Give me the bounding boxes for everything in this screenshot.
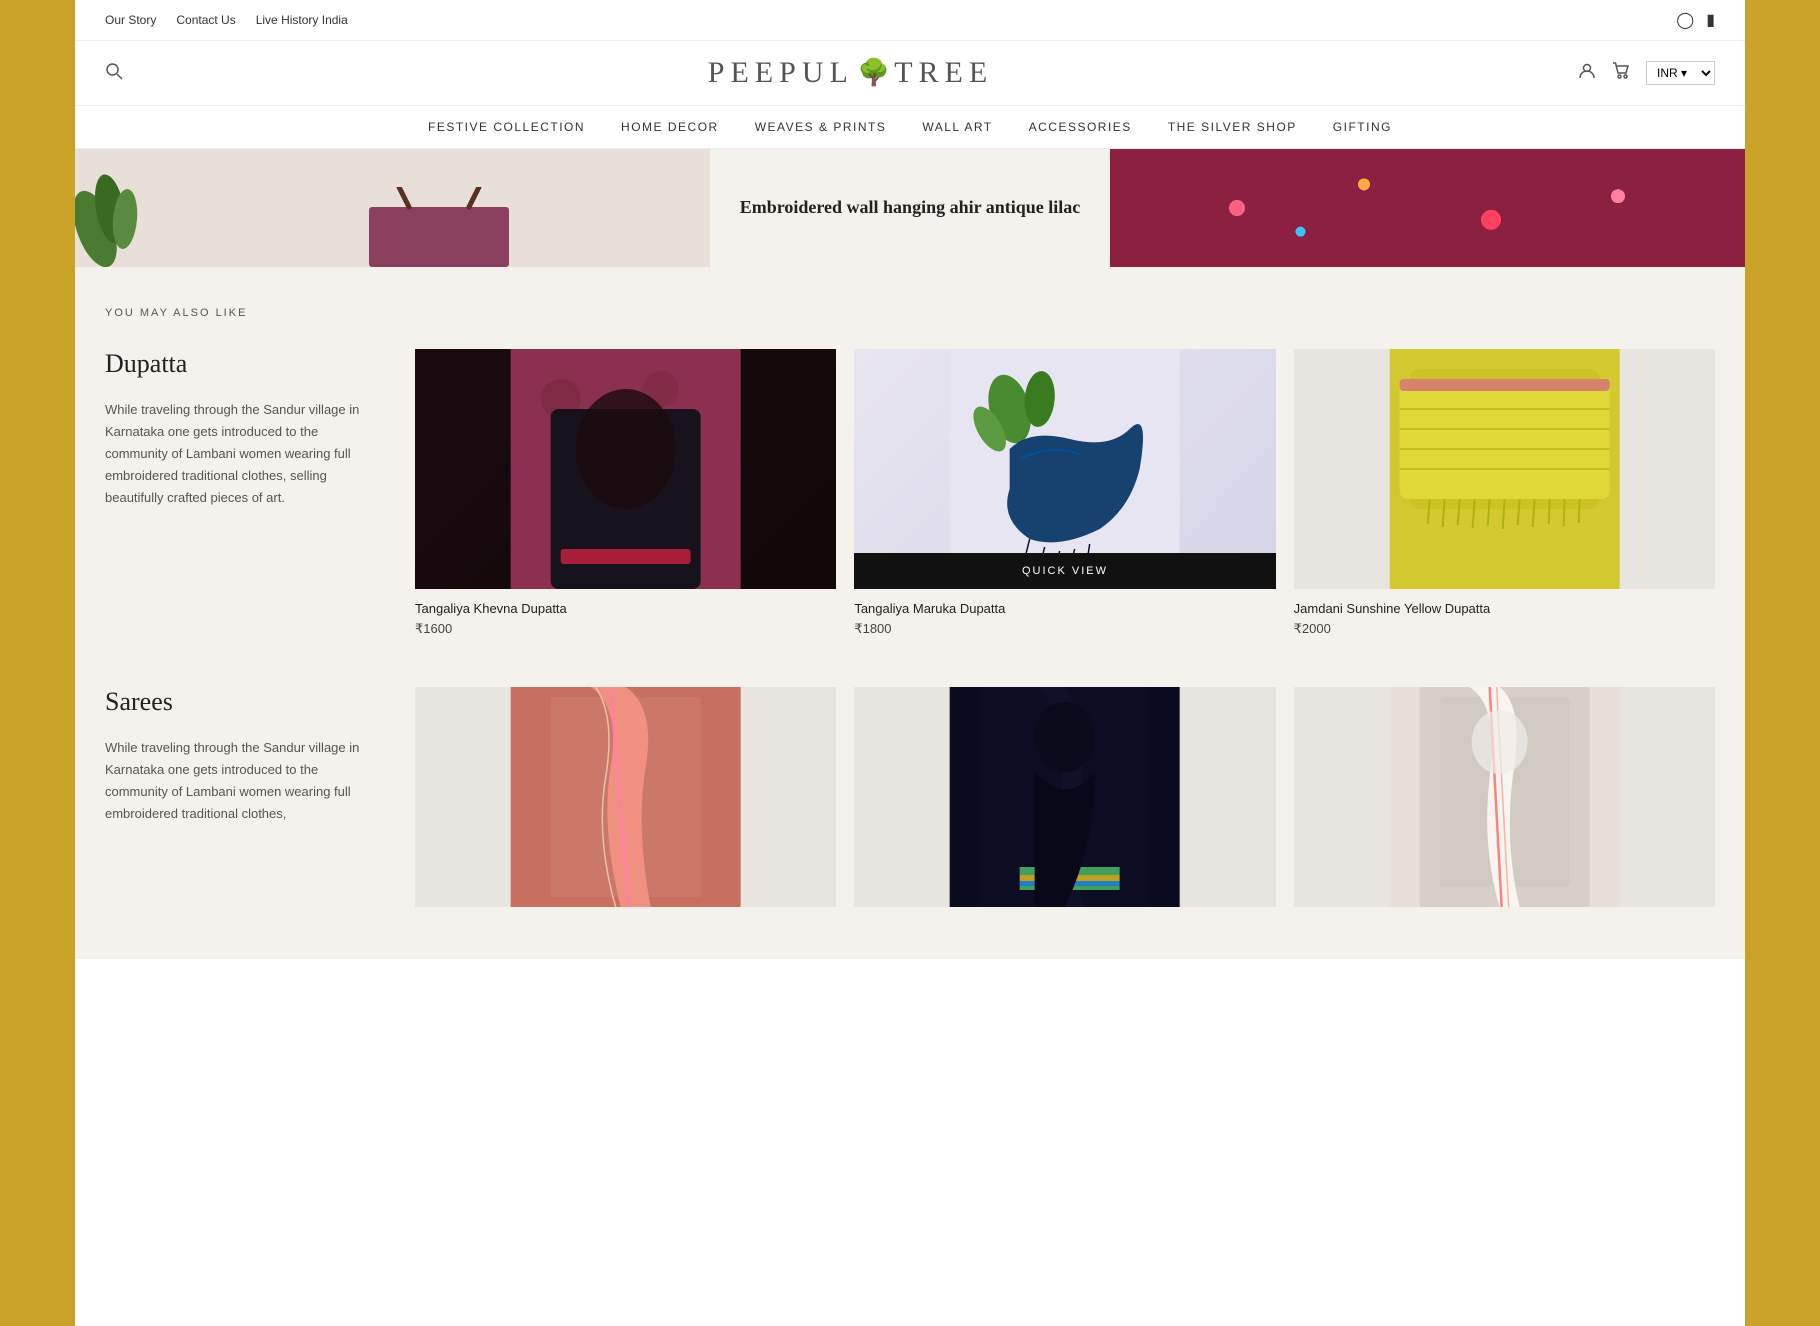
top-nav-right: ◯ ▮ bbox=[1676, 10, 1715, 30]
saree-image-3[interactable]: QUICK VIEW bbox=[1294, 687, 1715, 907]
facebook-icon[interactable]: ▮ bbox=[1706, 10, 1715, 30]
embroidery-pattern bbox=[1110, 149, 1745, 267]
main-card: Our Story Contact Us Live History India … bbox=[75, 0, 1745, 1326]
dupatta-section-description: Dupatta While traveling through the Sand… bbox=[105, 349, 385, 637]
logo-text-left: PEEPUL bbox=[708, 56, 854, 90]
cart-icon[interactable] bbox=[1612, 62, 1630, 85]
top-nav: Our Story Contact Us Live History India … bbox=[75, 0, 1745, 41]
product-price-1: ₹1600 bbox=[415, 621, 836, 637]
product-img-sunshine bbox=[1294, 349, 1715, 589]
product-img-khevna bbox=[415, 349, 836, 589]
search-icon[interactable] bbox=[105, 62, 123, 85]
product-image-2[interactable]: QUICK VIEW bbox=[854, 349, 1275, 589]
nav-home-decor[interactable]: HOME DECOR bbox=[621, 120, 719, 134]
sarees-products-row: QUICK VIEW bbox=[415, 687, 1715, 919]
logo-text-right: TREE bbox=[894, 56, 993, 90]
sarees-section-title: Sarees bbox=[105, 687, 365, 717]
product-card-1[interactable]: Tangaliya Khevna Dupatta ₹1600 bbox=[415, 349, 836, 637]
tote-bag-image bbox=[359, 187, 519, 267]
product-card-3[interactable]: QUICK VIEW Jamdani Sunshine Yellow Dupat… bbox=[1294, 349, 1715, 637]
khevna-svg bbox=[415, 349, 836, 589]
product-price-2: ₹1800 bbox=[854, 621, 1275, 637]
product-name-2: Tangaliya Maruka Dupatta bbox=[854, 601, 1275, 616]
dupatta-section-text: While traveling through the Sandur villa… bbox=[105, 399, 365, 509]
main-nav: FESTIVE COLLECTION HOME DECOR WEAVES & P… bbox=[75, 106, 1745, 149]
hero-right-banner bbox=[1110, 149, 1745, 267]
currency-selector[interactable]: INR ▾ USD ▾ bbox=[1646, 61, 1715, 85]
sarees-section-text: While traveling through the Sandur villa… bbox=[105, 737, 365, 825]
product-card-2[interactable]: QUICK VIEW Tangaliya Maruka Dupatta ₹180… bbox=[854, 349, 1275, 637]
dupatta-section-title: Dupatta bbox=[105, 349, 365, 379]
saree-card-3[interactable]: QUICK VIEW bbox=[1294, 687, 1715, 919]
product-name-1: Tangaliya Khevna Dupatta bbox=[415, 601, 836, 616]
nav-silver-shop[interactable]: THE SILVER SHOP bbox=[1168, 120, 1297, 134]
plant-decoration bbox=[75, 149, 165, 267]
saree-card-2[interactable]: QUICK VIEW bbox=[854, 687, 1275, 919]
sunshine-svg bbox=[1294, 349, 1715, 589]
account-icon[interactable] bbox=[1578, 62, 1596, 85]
nav-wall-art[interactable]: WALL ART bbox=[922, 120, 992, 134]
logo-tree-icon: 🌳 bbox=[858, 58, 890, 88]
nav-contact-us[interactable]: Contact Us bbox=[176, 13, 235, 27]
saree-image-2[interactable]: QUICK VIEW bbox=[854, 687, 1275, 907]
header-right: INR ▾ USD ▾ bbox=[1578, 61, 1715, 85]
hero-area: Embroidered wall hanging ahir antique li… bbox=[75, 149, 1745, 267]
you-may-also-like-label: YOU MAY ALSO LIKE bbox=[105, 307, 1715, 319]
saree-card-1[interactable]: QUICK VIEW bbox=[415, 687, 836, 919]
hero-left-banner bbox=[75, 149, 710, 267]
header-left bbox=[105, 62, 123, 85]
nav-our-story[interactable]: Our Story bbox=[105, 13, 156, 27]
sarees-section: Sarees While traveling through the Sandu… bbox=[75, 667, 1745, 959]
saree-pink-svg bbox=[415, 687, 836, 907]
saree-dark-svg bbox=[854, 687, 1275, 907]
nav-weaves-prints[interactable]: WEAVES & PRINTS bbox=[755, 120, 887, 134]
saree-image-1[interactable]: QUICK VIEW bbox=[415, 687, 836, 907]
nav-accessories[interactable]: ACCESSORIES bbox=[1029, 120, 1132, 134]
dupatta-products-row: Tangaliya Khevna Dupatta ₹1600 bbox=[415, 349, 1715, 637]
product-name-3: Jamdani Sunshine Yellow Dupatta bbox=[1294, 601, 1715, 616]
product-image-1[interactable] bbox=[415, 349, 836, 589]
hero-center-banner[interactable]: Embroidered wall hanging ahir antique li… bbox=[710, 149, 1111, 267]
header: PEEPUL 🌳 TREE INR ▾ USD ▾ bbox=[75, 41, 1745, 106]
nav-festive-collection[interactable]: FESTIVE COLLECTION bbox=[428, 120, 585, 134]
logo-wrap[interactable]: PEEPUL 🌳 TREE bbox=[123, 56, 1578, 90]
dupatta-grid-section: Dupatta While traveling through the Sand… bbox=[105, 349, 1715, 637]
quick-view-button-2[interactable]: QUICK VIEW bbox=[854, 553, 1275, 589]
instagram-icon[interactable]: ◯ bbox=[1676, 10, 1694, 30]
nav-live-history[interactable]: Live History India bbox=[256, 13, 348, 27]
hero-banner-title: Embroidered wall hanging ahir antique li… bbox=[740, 195, 1081, 220]
sarees-section-description: Sarees While traveling through the Sandu… bbox=[105, 687, 385, 919]
saree-white-svg bbox=[1294, 687, 1715, 907]
sarees-grid-section: Sarees While traveling through the Sandu… bbox=[105, 687, 1715, 919]
top-nav-left: Our Story Contact Us Live History India bbox=[105, 13, 348, 27]
nav-gifting[interactable]: GIFTING bbox=[1333, 120, 1392, 134]
product-price-3: ₹2000 bbox=[1294, 621, 1715, 637]
you-may-also-like-section: YOU MAY ALSO LIKE Dupatta While travelin… bbox=[75, 267, 1745, 667]
product-image-3[interactable]: QUICK VIEW bbox=[1294, 349, 1715, 589]
